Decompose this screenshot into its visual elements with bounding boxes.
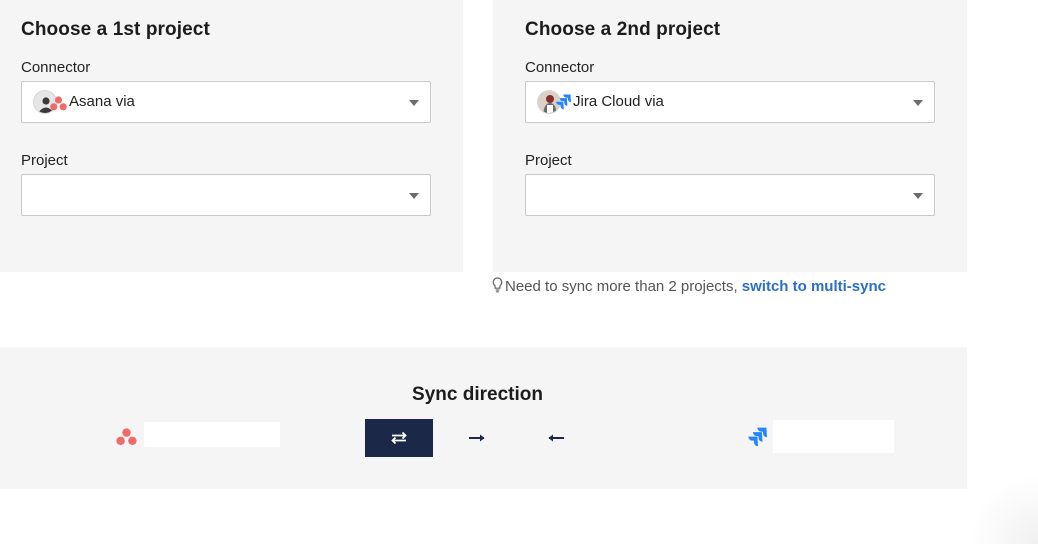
lightbulb-icon <box>492 277 503 293</box>
connector-2-select[interactable]: Jira Cloud via <box>525 81 935 123</box>
connector-1-value: Asana via <box>69 93 135 110</box>
project-1-label: Project <box>21 152 68 169</box>
project-1-title: Choose a 1st project <box>21 19 210 40</box>
connector-2-label: Connector <box>525 59 595 76</box>
project-2-select[interactable] <box>525 174 935 216</box>
project-1-select[interactable] <box>21 174 431 216</box>
chevron-down-icon <box>409 193 419 199</box>
project-2-title: Choose a 2nd project <box>525 19 721 40</box>
asana-icon <box>116 428 137 445</box>
jira-icon <box>748 427 767 447</box>
connector-2-value: Jira Cloud via <box>573 93 664 110</box>
hint-text: Need to sync more than 2 projects, <box>505 278 738 295</box>
project-2-label: Project <box>525 152 572 169</box>
chevron-down-icon <box>913 100 923 106</box>
jira-icon <box>556 94 571 110</box>
project-1-name <box>144 422 280 447</box>
connector-1-label: Connector <box>21 59 91 76</box>
chevron-down-icon <box>409 100 419 106</box>
arrow-left-icon <box>548 434 564 442</box>
connector-1-select[interactable]: Asana via <box>21 81 431 123</box>
one-way-left-button[interactable] <box>537 423 575 453</box>
project-2-name <box>773 420 894 453</box>
two-way-arrows-icon <box>391 431 407 445</box>
one-way-right-button[interactable] <box>458 423 496 453</box>
corner-shadow <box>968 474 1038 544</box>
multi-sync-hint: Need to sync more than 2 projects, switc… <box>492 277 886 295</box>
two-way-sync-button[interactable] <box>365 419 433 457</box>
arrow-right-icon <box>469 434 485 442</box>
multi-sync-link[interactable]: switch to multi-sync <box>742 278 886 295</box>
sync-direction-panel: Sync direction <box>0 347 967 489</box>
asana-icon <box>50 96 67 111</box>
project-1-panel: Choose a 1st project Connector Asana via… <box>0 0 463 272</box>
project-2-panel: Choose a 2nd project Connector Jira Clou… <box>493 0 967 272</box>
chevron-down-icon <box>913 193 923 199</box>
sync-direction-title: Sync direction <box>412 384 543 405</box>
